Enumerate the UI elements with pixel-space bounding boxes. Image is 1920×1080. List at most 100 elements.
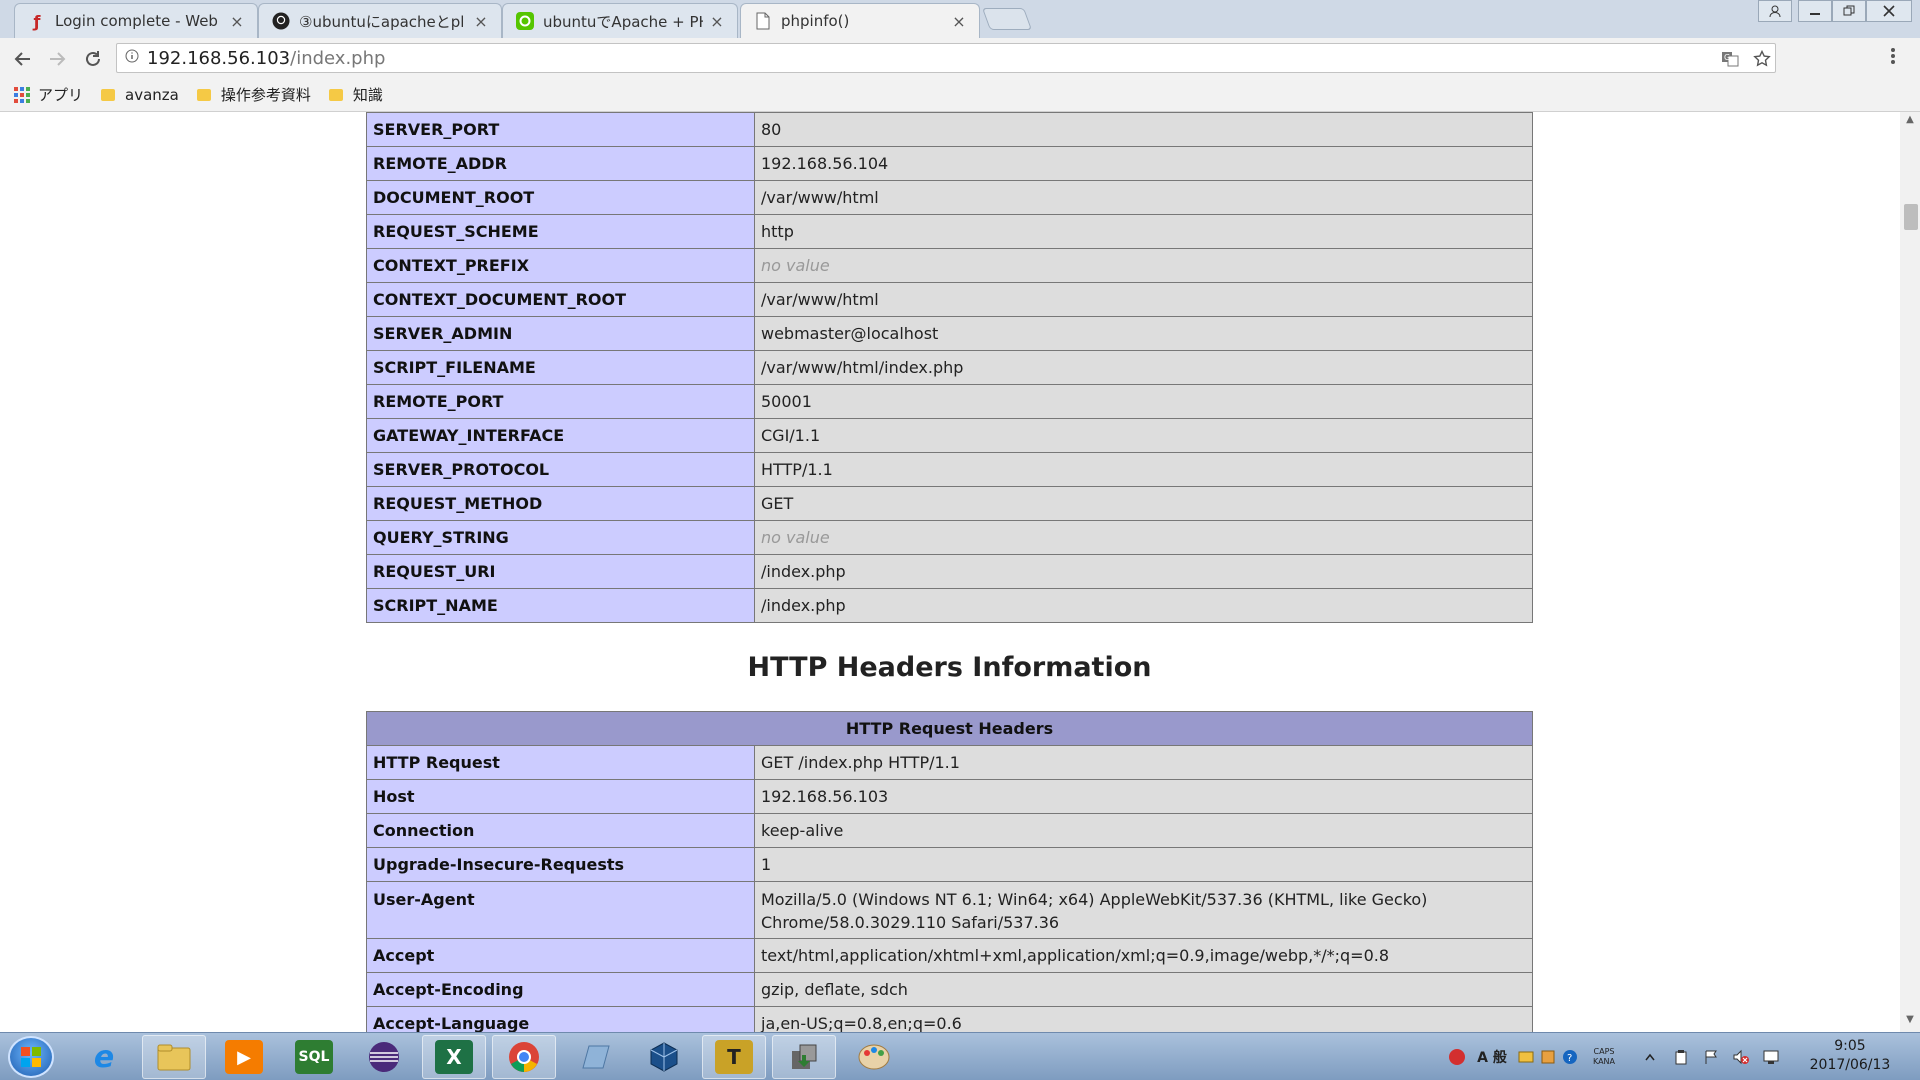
scrollbar-thumb[interactable] <box>1904 204 1918 230</box>
action-center-flag-icon[interactable] <box>1700 1041 1722 1073</box>
row-key: CONTEXT_PREFIX <box>366 248 755 283</box>
tab-title: ubuntuでApache + PH <box>543 12 703 31</box>
taskbar-winscp[interactable] <box>772 1035 836 1079</box>
table-row: SERVER_PROTOCOL HTTP/1.1 <box>366 452 1533 487</box>
restore-icon[interactable] <box>1832 0 1866 22</box>
bookmark-star-icon[interactable] <box>1751 48 1773 70</box>
table-row: User-Agent Mozilla/5.0 (Windows NT 6.1; W… <box>366 881 1533 939</box>
tab-github[interactable]: ③ubuntuにapacheとpl × <box>258 3 502 38</box>
bookmark-knowledge[interactable]: 知識 <box>328 84 383 105</box>
info-icon[interactable] <box>117 49 147 67</box>
row-value: gzip, deflate, sdch <box>754 972 1533 1007</box>
row-key: HTTP Request <box>366 745 755 780</box>
help-icon[interactable]: ? <box>1560 1041 1580 1073</box>
vertical-scrollbar[interactable]: ▲ ▼ <box>1900 112 1920 1032</box>
user-profile-icon[interactable] <box>1758 0 1792 22</box>
qiita-icon <box>515 11 535 31</box>
row-key: SCRIPT_FILENAME <box>366 350 755 385</box>
table-row: Accept text/html,application/xhtml+xml,ap… <box>366 938 1533 973</box>
table-row: HTTP Request GET /index.php HTTP/1.1 <box>366 745 1533 780</box>
close-tab-icon[interactable]: × <box>951 12 967 31</box>
excel-icon: X <box>435 1040 473 1074</box>
folder-icon <box>101 88 116 101</box>
table-row: CONTEXT_PREFIX no value <box>366 248 1533 283</box>
taskbar-internet-explorer[interactable]: e <box>72 1035 136 1079</box>
row-key: REMOTE_ADDR <box>366 146 755 181</box>
show-hidden-icons-icon[interactable] <box>1640 1041 1660 1073</box>
row-value: 192.168.56.104 <box>754 146 1533 181</box>
row-value: 192.168.56.103 <box>754 779 1533 814</box>
row-key: Connection <box>366 813 755 848</box>
tab-title: phpinfo() <box>781 12 850 30</box>
bookmark-apps[interactable]: アプリ <box>14 84 83 105</box>
translate-icon[interactable]: G <box>1719 48 1741 70</box>
row-value: 1 <box>754 847 1533 882</box>
notepad-icon <box>575 1040 613 1074</box>
bookmark-avanza[interactable]: avanza <box>101 86 179 104</box>
minimize-icon[interactable] <box>1798 0 1832 22</box>
close-window-icon[interactable] <box>1866 0 1912 22</box>
taskbar-excel[interactable]: X <box>422 1035 486 1079</box>
caps-label: CAPS <box>1593 1047 1615 1056</box>
tab-login-complete[interactable]: ƒ Login complete - Web × <box>14 3 258 38</box>
table-row: Accept-Encoding gzip, deflate, sdch <box>366 972 1533 1007</box>
taskbar-notepad[interactable] <box>562 1035 626 1079</box>
taskbar-paint[interactable] <box>842 1035 906 1079</box>
system-clock[interactable]: 9:05 2017/06/13 <box>1790 1037 1910 1075</box>
row-value: 80 <box>754 112 1533 147</box>
bookmark-label: 知識 <box>352 86 383 104</box>
table-row: SERVER_ADMIN webmaster@localhost <box>366 316 1533 351</box>
folder-icon <box>155 1040 193 1074</box>
ime-dictionary-icon[interactable] <box>1538 1041 1558 1073</box>
network-icon[interactable] <box>1760 1041 1782 1073</box>
taskbar-sql-developer[interactable]: SQL <box>282 1035 346 1079</box>
teraterm-icon: T <box>715 1040 753 1074</box>
row-value: ja,en-US;q=0.8,en;q=0.6 <box>754 1006 1533 1032</box>
start-button[interactable] <box>8 1036 54 1078</box>
tab-strip: ƒ Login complete - Web × ③ubuntuにapacheと… <box>0 0 1920 38</box>
url-host: 192.168.56.103 <box>147 47 291 69</box>
taskbar-teraterm[interactable]: T <box>702 1035 766 1079</box>
row-key: DOCUMENT_ROOT <box>366 180 755 215</box>
address-bar[interactable]: 192.168.56.103/index.php G <box>116 43 1776 73</box>
row-value: /var/www/html <box>754 282 1533 317</box>
close-tab-icon[interactable]: × <box>473 12 489 31</box>
tab-phpinfo[interactable]: phpinfo() × <box>740 3 980 38</box>
close-tab-icon[interactable]: × <box>229 12 245 31</box>
back-arrow-icon[interactable] <box>10 46 36 72</box>
scroll-down-icon[interactable]: ▼ <box>1900 1014 1920 1030</box>
table-row: SERVER_PORT 80 <box>366 112 1533 147</box>
taskbar-chrome[interactable] <box>492 1035 556 1079</box>
tab-qiita[interactable]: ubuntuでApache + PH × <box>502 3 738 38</box>
device-tray-icon[interactable] <box>1670 1041 1692 1073</box>
row-key: SERVER_PORT <box>366 112 755 147</box>
row-key: SCRIPT_NAME <box>366 588 755 623</box>
scroll-up-icon[interactable]: ▲ <box>1900 114 1920 130</box>
bookmark-label: アプリ <box>38 86 84 104</box>
kana-label: KANA <box>1592 1057 1616 1066</box>
forward-arrow-icon[interactable] <box>44 46 70 72</box>
taskbar-virtualbox[interactable] <box>632 1035 696 1079</box>
tab-title: ③ubuntuにapacheとpl <box>299 12 465 31</box>
user-agent-line-2: Chrome/58.0.3029.110 Safari/537.36 <box>761 913 1060 932</box>
volume-muted-icon[interactable] <box>1730 1041 1752 1073</box>
row-value: CGI/1.1 <box>754 418 1533 453</box>
antivirus-tray-icon[interactable] <box>1446 1041 1468 1073</box>
table-row: REQUEST_METHOD GET <box>366 486 1533 521</box>
table-row: Upgrade-Insecure-Requests 1 <box>366 847 1533 882</box>
row-value: GET <box>754 486 1533 521</box>
bookmark-operation-reference[interactable]: 操作参考資料 <box>196 84 311 105</box>
table-row: REQUEST_URI/index.php <box>366 554 1533 589</box>
ime-indicator[interactable]: A 般 <box>1470 1041 1514 1073</box>
taskbar-media-player[interactable]: ▶ <box>212 1035 276 1079</box>
ime-toolbar-icon[interactable] <box>1516 1041 1536 1073</box>
reload-icon[interactable] <box>80 46 106 72</box>
close-tab-icon[interactable]: × <box>709 12 725 31</box>
taskbar-eclipse[interactable] <box>352 1035 416 1079</box>
row-value: 50001 <box>754 384 1533 419</box>
clock-time: 9:05 <box>1834 1038 1866 1054</box>
apps-grid-icon <box>14 86 30 103</box>
new-tab-button[interactable] <box>981 8 1033 30</box>
chrome-menu-icon[interactable] <box>1890 46 1896 71</box>
taskbar-file-explorer[interactable] <box>142 1035 206 1079</box>
